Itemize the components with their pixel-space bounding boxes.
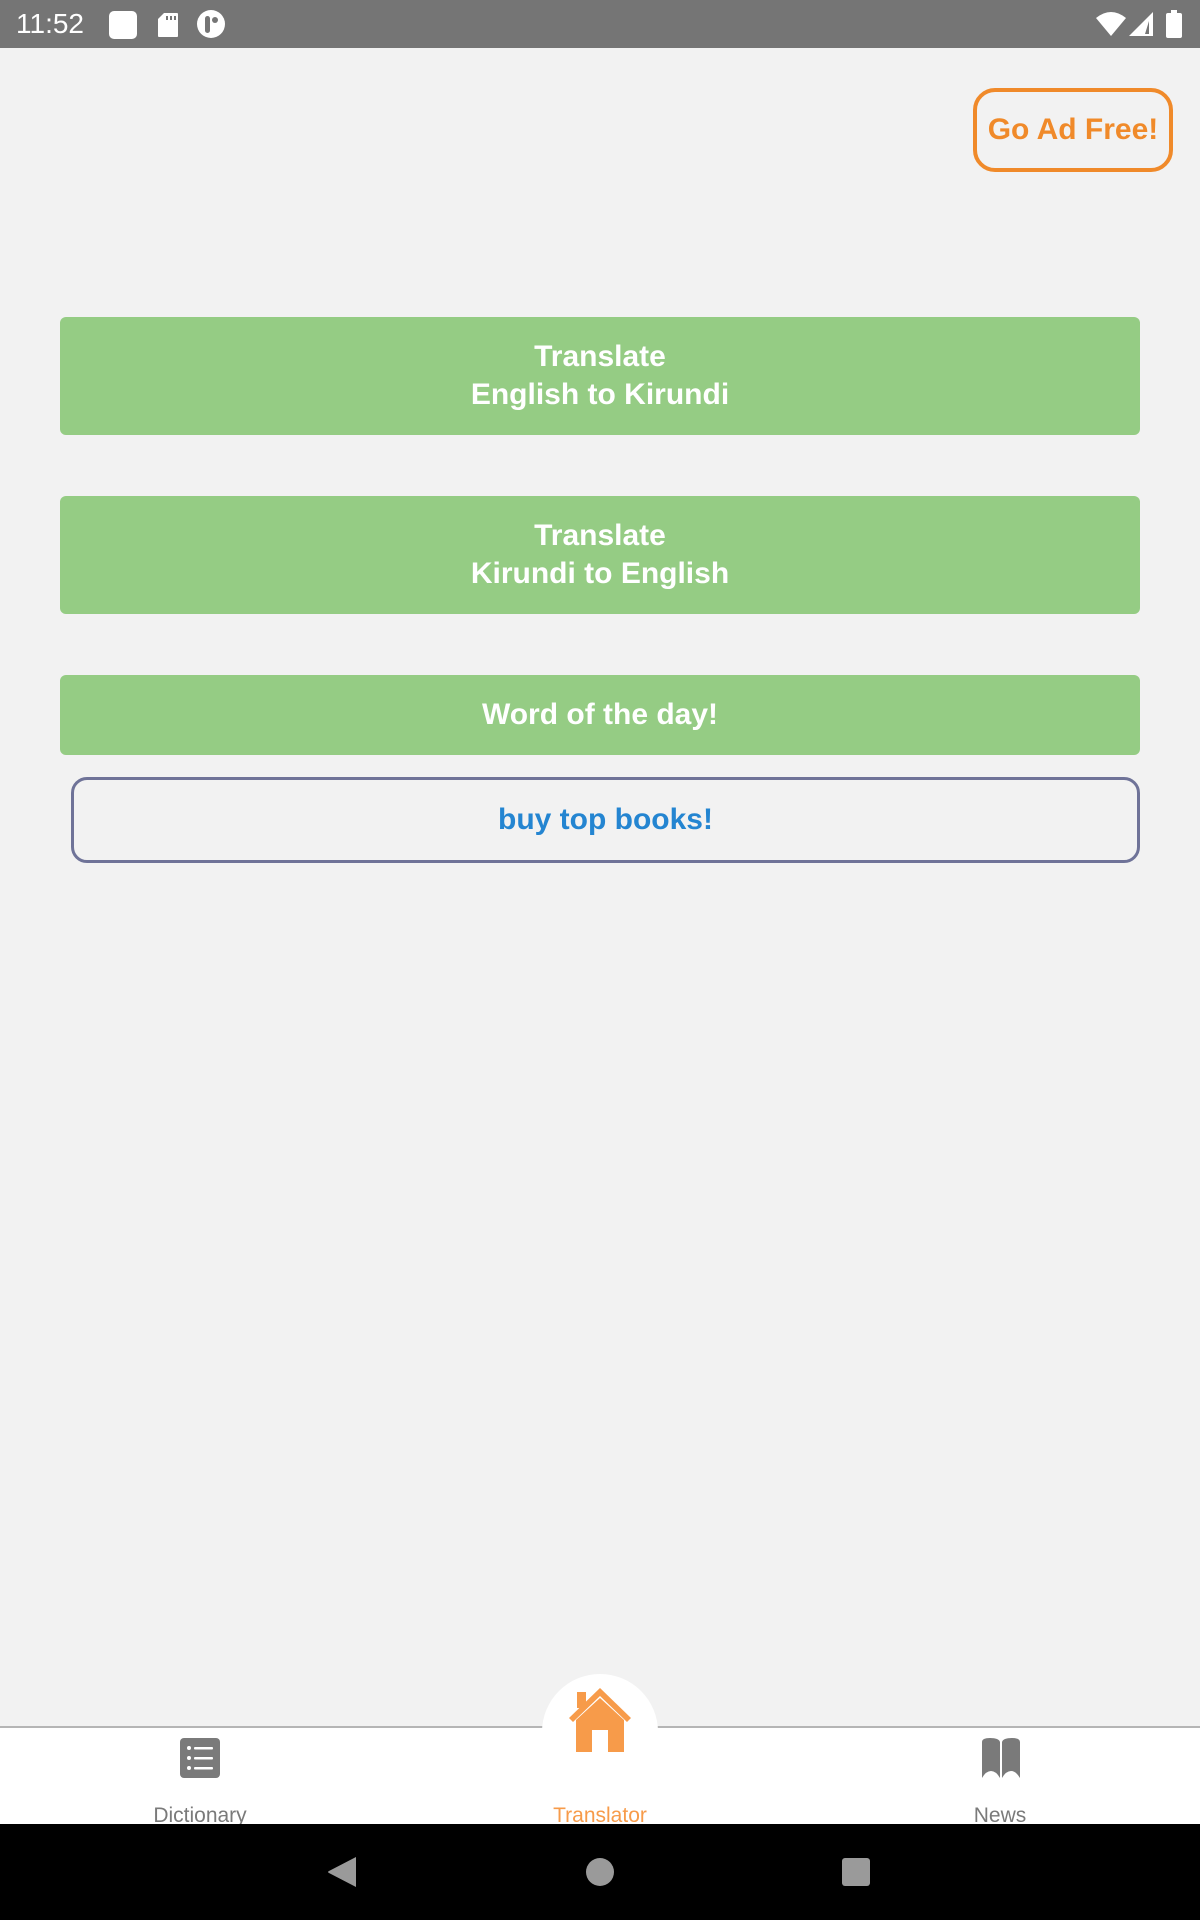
home-icon: [569, 1688, 631, 1752]
home-circle-icon[interactable]: [585, 1857, 615, 1887]
buy-top-books-label: buy top books!: [498, 803, 713, 836]
recents-icon[interactable]: [841, 1857, 871, 1887]
back-icon[interactable]: [327, 1856, 357, 1888]
app-notification-icon: [197, 10, 225, 38]
go-ad-free-button[interactable]: Go Ad Free!: [973, 88, 1173, 172]
go-ad-free-label: Go Ad Free!: [987, 113, 1159, 146]
wifi-icon: [1096, 12, 1126, 36]
notification-square-icon: [109, 11, 137, 39]
cell-signal-icon: [1129, 12, 1153, 36]
battery-icon: [1166, 10, 1182, 38]
translate-english-to-kirundi-button[interactable]: Translate English to Kirundi: [60, 317, 1140, 435]
button-line1: Translate: [534, 340, 666, 373]
status-bar: 11:52: [0, 0, 1200, 48]
tab-dictionary[interactable]: Dictionary: [100, 1726, 300, 1827]
system-navigation-bar: [0, 1824, 1200, 1920]
buy-top-books-button[interactable]: buy top books!: [71, 777, 1140, 863]
tab-translator[interactable]: Translator: [500, 1688, 700, 1827]
button-label: Word of the day!: [481, 698, 719, 731]
word-of-the-day-button[interactable]: Word of the day!: [60, 675, 1140, 755]
sd-card-icon: [158, 13, 178, 37]
book-icon: [982, 1738, 1020, 1778]
button-line1: Translate: [534, 519, 666, 552]
button-line2: Kirundi to English: [470, 557, 730, 590]
status-time: 11:52: [16, 8, 84, 39]
list-icon: [180, 1738, 220, 1778]
translate-kirundi-to-english-button[interactable]: Translate Kirundi to English: [60, 496, 1140, 614]
tab-news[interactable]: News: [900, 1726, 1100, 1827]
button-line2: English to Kirundi: [470, 378, 730, 411]
